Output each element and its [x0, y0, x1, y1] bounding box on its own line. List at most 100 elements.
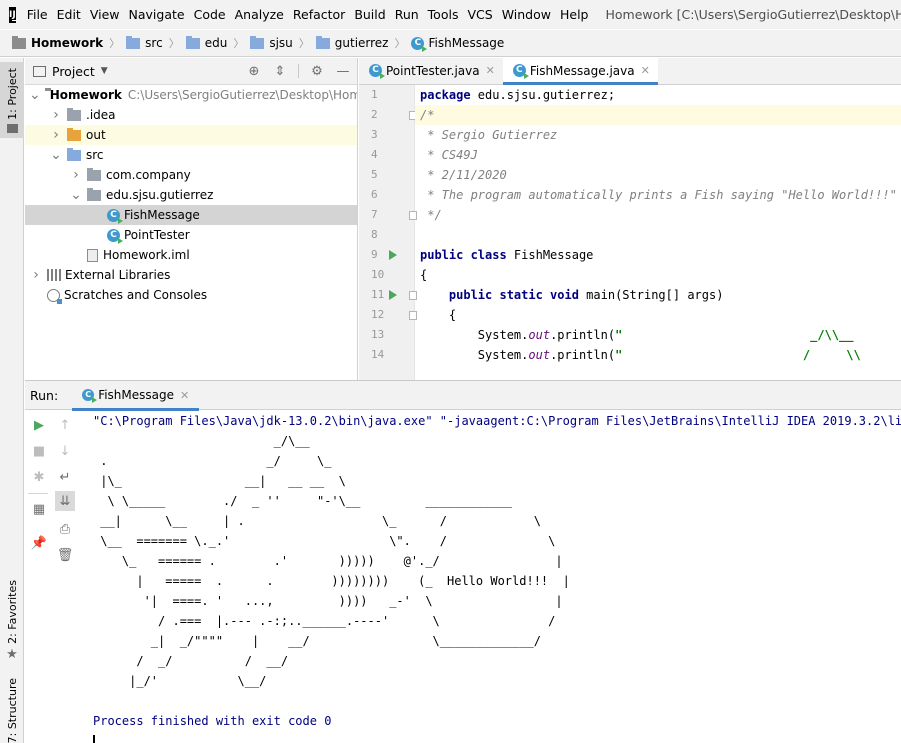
console-output-line: \__ ======= \._.' \". / \: [93, 534, 556, 548]
structure-tool-button[interactable]: 7: Structure: [0, 678, 24, 743]
close-icon[interactable]: ✕: [180, 389, 189, 402]
breadcrumb-item[interactable]: Homework: [12, 35, 103, 50]
editor-tab[interactable]: C PointTester.java ✕: [359, 58, 503, 84]
line-number-text: 3: [371, 128, 378, 141]
folder-icon: [250, 35, 265, 49]
menu-edit[interactable]: Edit: [57, 7, 81, 22]
stop-icon[interactable]: ■: [29, 441, 49, 461]
menu-file[interactable]: File: [27, 7, 48, 22]
chevron-down-icon[interactable]: ▼: [101, 66, 108, 76]
grey-folder-icon: [67, 107, 81, 121]
line-number-text: 13: [371, 328, 385, 341]
project-tool-button[interactable]: 1: Project: [0, 62, 24, 138]
project-view-selector[interactable]: Project: [52, 64, 95, 79]
menu-run[interactable]: Run: [395, 7, 419, 22]
print-icon[interactable]: ⎙: [55, 519, 75, 539]
chevron-down-icon[interactable]: ⌄: [49, 148, 63, 162]
project-tool-label: 1: Project: [5, 68, 19, 120]
run-tab-fishmessage[interactable]: C FishMessage ✕: [72, 381, 200, 411]
breadcrumb-item[interactable]: sjsu: [250, 35, 293, 50]
line-number-text: 10: [371, 268, 385, 281]
tree-item[interactable]: C FishMessage: [25, 205, 357, 225]
chevron-down-icon[interactable]: ⌄: [29, 88, 41, 102]
menu-refactor[interactable]: Refactor: [293, 7, 345, 22]
up-arrow-icon[interactable]: ↑: [55, 415, 75, 435]
tree-item[interactable]: › External Libraries: [25, 265, 357, 285]
code-line: {: [420, 308, 457, 322]
locate-file-icon[interactable]: ⊕: [246, 63, 262, 79]
tree-item[interactable]: › .idea: [25, 105, 357, 125]
line-number: 7: [359, 205, 417, 225]
scroll-to-end-icon[interactable]: ⇊: [55, 491, 75, 511]
menu-code[interactable]: Code: [194, 7, 226, 22]
tree-item-label: Homework.iml: [103, 248, 190, 262]
tree-item[interactable]: ⌄ edu.sjsu.gutierrez: [25, 185, 357, 205]
console-output[interactable]: "C:\Program Files\Java\jdk-13.0.2\bin\ja…: [93, 411, 901, 743]
favorites-tool-button[interactable]: 2: Favorites ★: [0, 580, 24, 662]
menu-vcs[interactable]: VCS: [467, 7, 492, 22]
tree-item[interactable]: › com.company: [25, 165, 357, 185]
minimize-icon[interactable]: —: [335, 63, 351, 79]
tree-item[interactable]: ⌄ Homework C:\Users\SergioGutierrez\Deskto…: [25, 85, 357, 105]
close-icon[interactable]: ✕: [641, 64, 650, 77]
tree-item-label: src: [86, 148, 104, 162]
close-icon[interactable]: ✕: [486, 64, 495, 77]
chevron-down-icon[interactable]: ⌄: [69, 188, 83, 202]
line-number-text: 1: [371, 88, 378, 101]
run-panel-header: Run: C FishMessage ✕: [25, 381, 901, 411]
tree-item[interactable]: C PointTester: [25, 225, 357, 245]
text-caret: [93, 734, 95, 743]
line-number: 1: [359, 85, 414, 105]
console-output-line: / _/ / __/: [93, 654, 289, 668]
run-gutter-icon[interactable]: [389, 250, 397, 260]
project-tree: ⌄ Homework C:\Users\SergioGutierrez\Deskto…: [25, 85, 357, 305]
menu-help[interactable]: Help: [560, 7, 589, 22]
tree-item-label: External Libraries: [65, 268, 171, 282]
tree-item[interactable]: › out: [25, 125, 357, 145]
down-arrow-icon[interactable]: ↓: [55, 441, 75, 461]
gear-icon[interactable]: ⚙: [309, 63, 325, 79]
collapse-all-icon[interactable]: ⇕: [272, 63, 288, 79]
line-number: 13: [359, 325, 414, 345]
editor-tab[interactable]: C FishMessage.java ✕: [502, 58, 658, 85]
tree-item-label: out: [86, 128, 106, 142]
breadcrumb-item[interactable]: edu: [185, 35, 227, 50]
tree-item[interactable]: Scratches and Consoles: [25, 285, 357, 305]
chevron-right-icon[interactable]: ›: [69, 167, 83, 183]
breadcrumb-item[interactable]: C FishMessage: [411, 36, 505, 52]
trash-icon[interactable]: 🗑: [55, 545, 75, 565]
menu-navigate[interactable]: Navigate: [129, 7, 185, 22]
tree-item[interactable]: ⌄ src: [25, 145, 357, 165]
soft-wrap-icon[interactable]: ↵: [55, 467, 75, 487]
layout-icon[interactable]: ▦: [29, 499, 49, 519]
rerun-icon[interactable]: ▶: [29, 415, 49, 435]
code-line: * 2/11/2020: [420, 168, 507, 182]
editor-tab-label: FishMessage.java: [529, 63, 635, 78]
class-icon: C: [369, 64, 385, 79]
chevron-right-icon[interactable]: ›: [49, 127, 63, 143]
console-output-line: |_/' \__/: [93, 674, 267, 688]
code-area[interactable]: package edu.sjsu.gutierrez; /* * Sergio G…: [415, 85, 901, 380]
tree-item[interactable]: Homework.iml: [25, 245, 357, 265]
debug-icon[interactable]: ✱: [29, 467, 49, 487]
pin-icon[interactable]: 📌: [29, 533, 49, 553]
chevron-right-icon[interactable]: ›: [49, 107, 63, 123]
menu-window[interactable]: Window: [502, 7, 551, 22]
package-icon: [87, 187, 101, 201]
orange-folder-icon: [67, 127, 81, 141]
menu-view[interactable]: View: [90, 7, 120, 22]
run-gutter-icon[interactable]: [389, 290, 397, 300]
source-folder-icon: [67, 147, 81, 161]
console-output-line: _/\__: [93, 434, 310, 448]
menu-build[interactable]: Build: [354, 7, 385, 22]
menu-analyze[interactable]: Analyze: [235, 7, 284, 22]
chevron-right-icon[interactable]: ›: [29, 267, 43, 283]
line-number: 5: [359, 165, 414, 185]
breadcrumb-item[interactable]: src: [126, 35, 163, 50]
menu-tools[interactable]: Tools: [428, 7, 459, 22]
console-input-line[interactable]: [93, 731, 901, 743]
breadcrumb-label: FishMessage: [428, 36, 505, 50]
scratch-icon: [47, 288, 62, 304]
editor-body: 1 2 3 4 5 6 7 8 9 10 11 12 13 14 package edu.sjsu.gut…: [359, 85, 901, 380]
breadcrumb-item[interactable]: gutierrez: [315, 35, 388, 50]
